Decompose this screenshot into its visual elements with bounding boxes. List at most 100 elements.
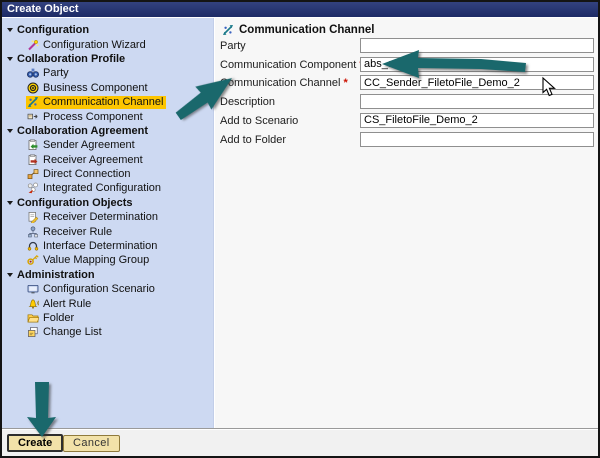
sidebar-item-interface-determination[interactable]: Interface Determination [2, 239, 213, 253]
sidebar-item-label: Value Mapping Group [43, 254, 149, 266]
sidebar-item-label: Business Component [43, 82, 148, 94]
sidebar-item-label: Alert Rule [43, 298, 91, 310]
communication-component-label: Communication Component* [220, 59, 364, 71]
sidebar-item-integrated-configuration[interactable]: Integrated Configuration [2, 181, 213, 195]
form-header: Communication Channel [222, 24, 374, 36]
sidebar-item-label: Communication Channel [43, 96, 163, 108]
item-content[interactable]: Configuration Wizard [26, 38, 149, 51]
sidebar-item-label: Direct Connection [43, 168, 130, 180]
add-to-folder-input[interactable] [360, 132, 594, 147]
sidebar-item-folder[interactable]: Folder [2, 311, 213, 325]
tree-section-collaboration-profile[interactable]: Collaboration Profile [2, 52, 213, 66]
direct-connection-icon [27, 168, 39, 180]
tree-section-configuration[interactable]: Configuration [2, 23, 213, 37]
create-object-dialog: Create Object ConfigurationConfiguration… [0, 0, 600, 458]
form-row-communication-channel: Communication Channel* [215, 75, 598, 91]
tree-section-label: Collaboration Agreement [17, 125, 148, 137]
item-content[interactable]: Receiver Agreement [26, 153, 146, 166]
sidebar-item-value-mapping-group[interactable]: Value Mapping Group [2, 253, 213, 267]
sidebar-item-label: Receiver Determination [43, 211, 158, 223]
sidebar-item-label: Configuration Scenario [43, 283, 155, 295]
form-panel: Communication Channel Party Communication… [215, 18, 598, 429]
receiver-agreement-icon [27, 154, 39, 166]
cancel-button[interactable]: Cancel [63, 435, 120, 452]
sidebar-item-label: Change List [43, 326, 102, 338]
form-row-description: Description [215, 94, 598, 110]
form-row-add-to-scenario: Add to Scenario [215, 113, 598, 129]
sender-agreement-icon [27, 139, 39, 151]
item-content[interactable]: Configuration Scenario [26, 283, 158, 296]
tree-section-configuration-objects[interactable]: Configuration Objects [2, 196, 213, 210]
process-component-icon [27, 111, 39, 123]
item-content[interactable]: Direct Connection [26, 168, 133, 181]
communication-channel-icon [222, 24, 234, 36]
sidebar-item-label: Receiver Agreement [43, 154, 143, 166]
tree-section-administration[interactable]: Administration [2, 268, 213, 282]
sidebar-item-configuration-scenario[interactable]: Configuration Scenario [2, 282, 213, 296]
sidebar-item-label: Sender Agreement [43, 139, 135, 151]
sidebar-item-label: Configuration Wizard [43, 39, 146, 51]
footer-bar: Create Cancel [2, 428, 598, 456]
sidebar-item-label: Integrated Configuration [43, 182, 161, 194]
sidebar-item-alert-rule[interactable]: Alert Rule [2, 296, 213, 310]
sidebar-item-change-list[interactable]: Change List [2, 325, 213, 339]
tree-section-collaboration-agreement[interactable]: Collaboration Agreement [2, 124, 213, 138]
interface-determination-icon [27, 240, 39, 252]
sidebar-item-label: Folder [43, 312, 74, 324]
party-input[interactable] [360, 38, 594, 53]
tree-section-label: Configuration Objects [17, 197, 133, 209]
item-content[interactable]: Value Mapping Group [26, 254, 152, 267]
communication-channel-input[interactable] [360, 75, 594, 90]
item-content[interactable]: Integrated Configuration [26, 182, 164, 195]
item-content[interactable]: Receiver Rule [26, 225, 115, 238]
item-content[interactable]: Receiver Determination [26, 211, 161, 224]
configuration-scenario-icon [27, 283, 39, 295]
value-mapping-group-icon [27, 254, 39, 266]
sidebar-item-receiver-determination[interactable]: Receiver Determination [2, 210, 213, 224]
communication-component-input[interactable] [360, 57, 594, 72]
sidebar-item-communication-channel[interactable]: Communication Channel [2, 95, 213, 109]
sidebar-item-configuration-wizard[interactable]: Configuration Wizard [2, 37, 213, 51]
item-content[interactable]: Change List [26, 326, 105, 339]
create-button[interactable]: Create [7, 434, 63, 452]
sidebar-item-label: Party [43, 67, 69, 79]
item-content[interactable]: Alert Rule [26, 297, 94, 310]
add-to-scenario-input[interactable] [360, 113, 594, 128]
alert-rule-icon [27, 298, 39, 310]
description-label: Description [220, 96, 275, 108]
chevron-down-icon[interactable] [7, 57, 13, 61]
chevron-down-icon[interactable] [7, 273, 13, 277]
item-content[interactable]: Sender Agreement [26, 139, 138, 152]
chevron-down-icon[interactable] [7, 201, 13, 205]
sidebar-item-business-component[interactable]: Business Component [2, 81, 213, 95]
tree-section-label: Collaboration Profile [17, 53, 125, 65]
add-to-folder-label: Add to Folder [220, 134, 286, 146]
communication-channel-label: Communication Channel* [220, 77, 348, 89]
chevron-down-icon[interactable] [7, 129, 13, 133]
receiver-determination-icon [27, 211, 39, 223]
item-content[interactable]: Process Component [26, 110, 146, 123]
business-component-icon [27, 82, 39, 94]
selected-item-highlight[interactable]: Communication Channel [26, 96, 166, 109]
item-content[interactable]: Folder [26, 312, 77, 325]
configuration-wizard-icon [27, 39, 39, 51]
item-content[interactable]: Business Component [26, 81, 151, 94]
sidebar-item-receiver-agreement[interactable]: Receiver Agreement [2, 153, 213, 167]
integrated-configuration-icon [27, 182, 39, 194]
sidebar-item-label: Interface Determination [43, 240, 157, 252]
chevron-down-icon[interactable] [7, 28, 13, 32]
item-content[interactable]: Interface Determination [26, 240, 160, 253]
sidebar-item-label: Receiver Rule [43, 226, 112, 238]
receiver-rule-icon [27, 226, 39, 238]
sidebar-item-party[interactable]: Party [2, 66, 213, 80]
party-label: Party [220, 40, 246, 52]
sidebar-item-sender-agreement[interactable]: Sender Agreement [2, 138, 213, 152]
sidebar-item-process-component[interactable]: Process Component [2, 109, 213, 123]
description-input[interactable] [360, 94, 594, 109]
sidebar-item-direct-connection[interactable]: Direct Connection [2, 167, 213, 181]
item-content[interactable]: Party [26, 67, 72, 80]
sidebar-item-label: Process Component [43, 111, 143, 123]
folder-icon [27, 312, 39, 324]
sidebar-item-receiver-rule[interactable]: Receiver Rule [2, 224, 213, 238]
add-to-scenario-label: Add to Scenario [220, 115, 298, 127]
